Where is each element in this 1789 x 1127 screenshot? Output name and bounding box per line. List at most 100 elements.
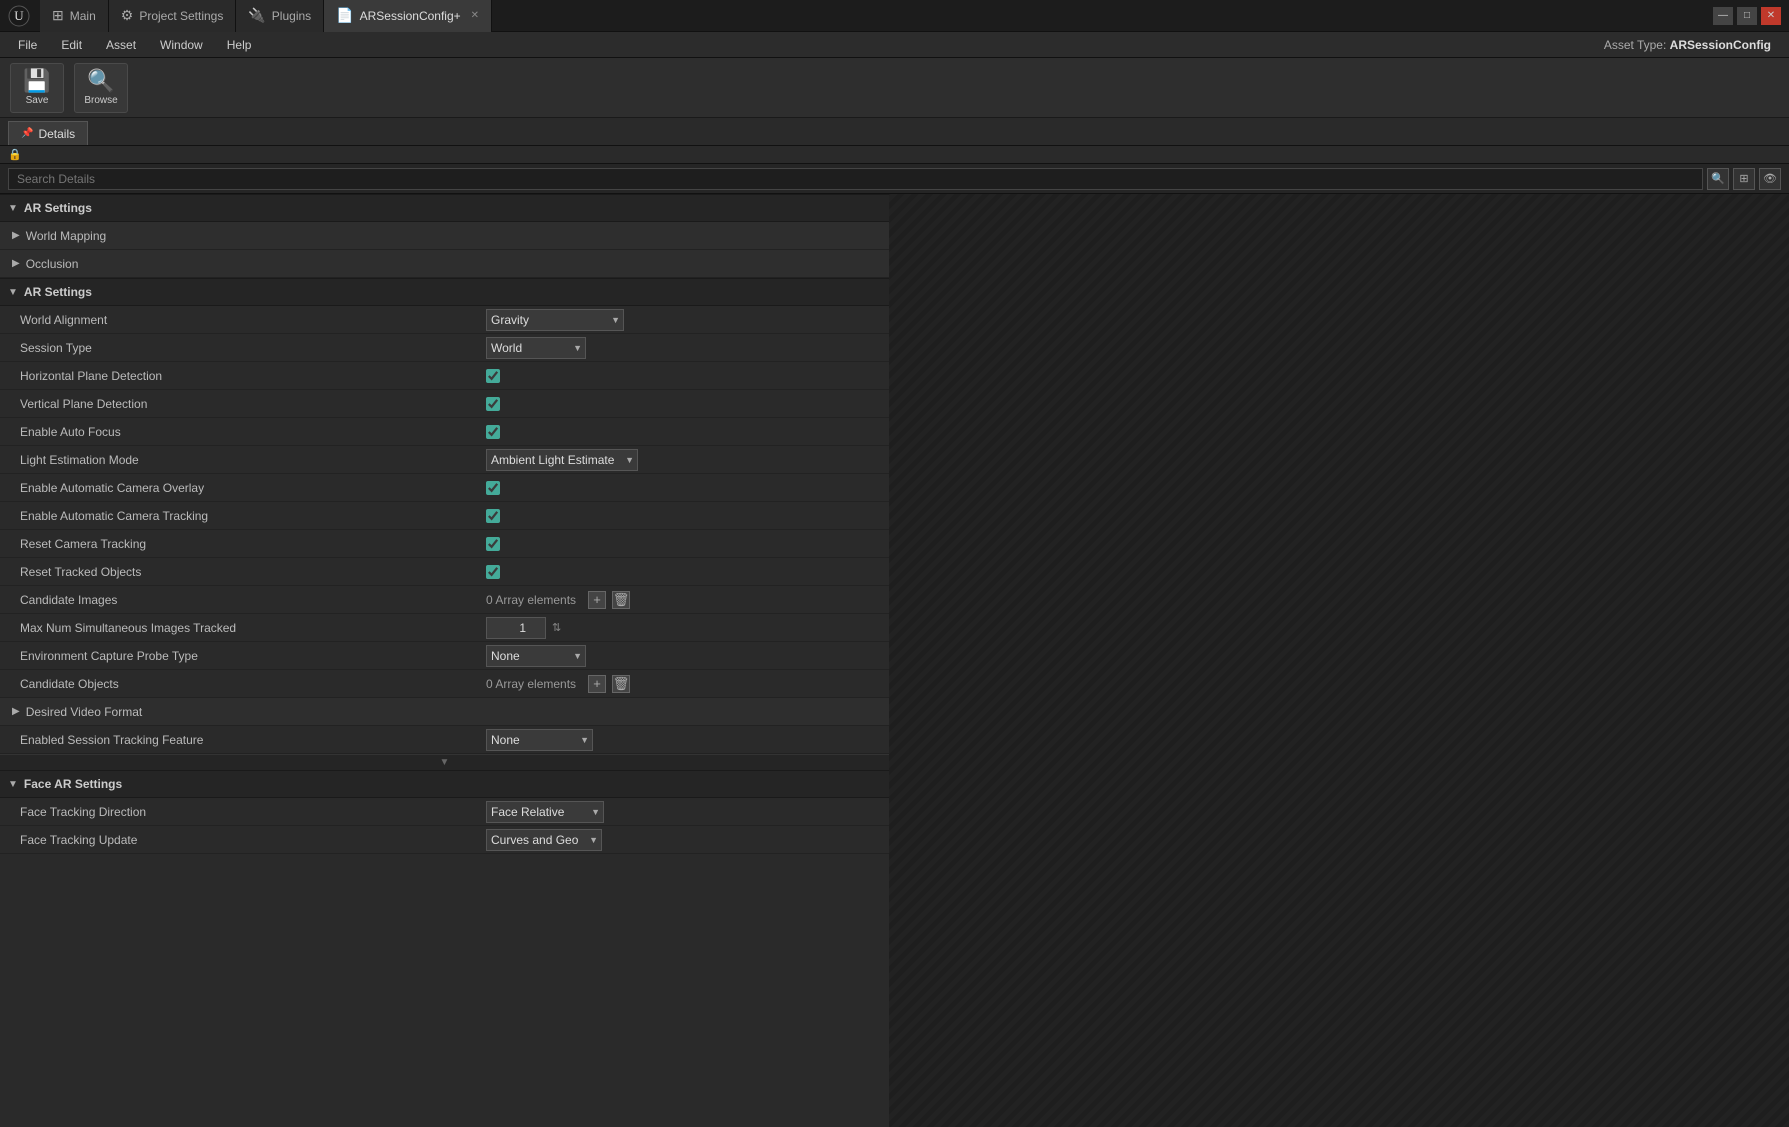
camera-overlay-label: Enable Automatic Camera Overlay	[0, 481, 480, 495]
search-input[interactable]	[8, 168, 1703, 190]
tab-plugins-icon: 🔌	[248, 7, 265, 24]
tab-project-settings[interactable]: ⚙ Project Settings	[109, 0, 237, 32]
occlusion-row[interactable]: ▶ Occlusion	[0, 250, 889, 278]
world-mapping-row[interactable]: ▶ World Mapping	[0, 222, 889, 250]
reset-tracked-checkbox[interactable]	[486, 565, 500, 579]
face-ar-title: Face AR Settings	[24, 777, 122, 791]
save-button[interactable]: 💾 Save	[10, 63, 64, 113]
auto-focus-label: Enable Auto Focus	[0, 425, 480, 439]
menu-items: File Edit Asset Window Help	[8, 36, 261, 54]
ar-settings-section-2-header[interactable]: ▼ AR Settings	[0, 278, 889, 306]
number-spin-icon: ⇅	[552, 621, 561, 634]
candidate-objects-label: Candidate Objects	[0, 677, 480, 691]
tab-arsessionconfig[interactable]: 📄 ARSessionConfig+ ✕	[324, 0, 492, 32]
save-label: Save	[26, 95, 49, 106]
details-tab-label: Details	[38, 127, 75, 141]
candidate-images-delete-button[interactable]: 🗑	[612, 591, 630, 609]
details-tab[interactable]: 📌 Details	[8, 121, 88, 145]
minimize-button[interactable]: —	[1713, 7, 1733, 25]
session-type-row: Session Type World Face Image Object ▼	[0, 334, 889, 362]
max-images-tracked-label: Max Num Simultaneous Images Tracked	[0, 621, 480, 635]
menu-bar: File Edit Asset Window Help Asset Type: …	[0, 32, 1789, 58]
candidate-images-add-button[interactable]: +	[588, 591, 606, 609]
horizontal-plane-checkbox[interactable]	[486, 369, 500, 383]
world-alignment-select[interactable]: Gravity Camera Gravity and Heading	[486, 309, 624, 331]
settings-panel: ▼ AR Settings ▶ World Mapping ▶ Occlusio…	[0, 194, 889, 1127]
title-bar: U ⊞ Main ⚙ Project Settings 🔌 Plugins 📄 …	[0, 0, 1789, 32]
auto-focus-checkbox[interactable]	[486, 425, 500, 439]
camera-overlay-checkbox[interactable]	[486, 481, 500, 495]
reset-camera-checkbox[interactable]	[486, 537, 500, 551]
light-estimation-select[interactable]: Ambient Light Estimate Directional None	[486, 449, 638, 471]
maximize-button[interactable]: □	[1737, 7, 1757, 25]
light-estimation-value: Ambient Light Estimate Directional None …	[480, 449, 889, 471]
env-capture-select-wrapper: None Manual Automatic ▼	[486, 645, 586, 667]
vertical-plane-value	[480, 397, 889, 411]
candidate-images-count: 0 Array elements	[486, 593, 576, 607]
eye-button[interactable]: 👁	[1759, 168, 1781, 190]
browse-button[interactable]: 🔍 Browse	[74, 63, 128, 113]
tab-project-settings-label: Project Settings	[139, 9, 223, 23]
vertical-plane-checkbox[interactable]	[486, 397, 500, 411]
close-button[interactable]: ✕	[1761, 7, 1781, 25]
face-tracking-direction-value: Face Relative Camera Relative ▼	[480, 801, 889, 823]
env-capture-select[interactable]: None Manual Automatic	[486, 645, 586, 667]
session-tracking-select[interactable]: None PoseDetection SceneDepth	[486, 729, 593, 751]
menu-window[interactable]: Window	[150, 36, 213, 54]
tab-main-label: Main	[70, 9, 96, 23]
session-type-select[interactable]: World Face Image Object	[486, 337, 586, 359]
candidate-objects-row: Candidate Objects 0 Array elements + 🗑	[0, 670, 889, 698]
grid-view-button[interactable]: ⊞	[1733, 168, 1755, 190]
candidate-objects-value: 0 Array elements + 🗑	[480, 675, 889, 693]
tab-main[interactable]: ⊞ Main	[40, 0, 109, 32]
face-ar-arrow-icon: ▼	[8, 779, 18, 790]
env-capture-row: Environment Capture Probe Type None Manu…	[0, 642, 889, 670]
candidate-objects-add-button[interactable]: +	[588, 675, 606, 693]
candidate-objects-count: 0 Array elements	[486, 677, 576, 691]
ar-settings-section-1-header[interactable]: ▼ AR Settings	[0, 194, 889, 222]
sub-icon-bar: 🔒	[0, 146, 1789, 164]
candidate-objects-delete-button[interactable]: 🗑	[612, 675, 630, 693]
asset-type-display: Asset Type: ARSessionConfig	[1604, 38, 1771, 52]
face-tracking-update-select[interactable]: Curves and Geo Curves Only Geo Only	[486, 829, 602, 851]
save-icon: 💾	[23, 70, 50, 92]
svg-text:U: U	[14, 8, 24, 23]
menu-file[interactable]: File	[8, 36, 47, 54]
reset-tracked-row: Reset Tracked Objects	[0, 558, 889, 586]
reset-camera-value	[480, 537, 889, 551]
menu-asset[interactable]: Asset	[96, 36, 146, 54]
ue-logo-icon: U	[8, 5, 30, 27]
face-tracking-direction-select[interactable]: Face Relative Camera Relative	[486, 801, 604, 823]
tab-arsessionconfig-label: ARSessionConfig+	[360, 9, 461, 23]
reset-tracked-label: Reset Tracked Objects	[0, 565, 480, 579]
face-tracking-update-value: Curves and Geo Curves Only Geo Only ▼	[480, 829, 889, 851]
tab-arsessionconfig-close[interactable]: ✕	[471, 10, 479, 21]
tab-project-settings-icon: ⚙	[121, 7, 134, 24]
occlusion-arrow-icon: ▶	[12, 258, 20, 269]
desired-video-format-row[interactable]: ▶ Desired Video Format	[0, 698, 889, 726]
candidate-images-row: Candidate Images 0 Array elements + 🗑	[0, 586, 889, 614]
right-panel	[889, 194, 1789, 1127]
face-tracking-update-row: Face Tracking Update Curves and Geo Curv…	[0, 826, 889, 854]
face-tracking-direction-row: Face Tracking Direction Face Relative Ca…	[0, 798, 889, 826]
tab-plugins-label: Plugins	[272, 9, 311, 23]
env-capture-value: None Manual Automatic ▼	[480, 645, 889, 667]
auto-focus-row: Enable Auto Focus	[0, 418, 889, 446]
desired-video-format-label: Desired Video Format	[26, 705, 143, 719]
vertical-plane-label: Vertical Plane Detection	[0, 397, 480, 411]
max-images-tracked-input[interactable]	[486, 617, 546, 639]
menu-edit[interactable]: Edit	[51, 36, 92, 54]
light-estimation-label: Light Estimation Mode	[0, 453, 480, 467]
max-images-tracked-value: ⇅	[480, 617, 889, 639]
world-mapping-label: World Mapping	[26, 229, 106, 243]
search-magnify-button[interactable]: 🔍	[1707, 168, 1729, 190]
face-ar-settings-header[interactable]: ▼ Face AR Settings	[0, 770, 889, 798]
tab-bar: ⊞ Main ⚙ Project Settings 🔌 Plugins 📄 AR…	[40, 0, 1713, 32]
pin-icon: 📌	[21, 128, 33, 139]
tab-arsessionconfig-icon: 📄	[336, 7, 353, 24]
camera-tracking-checkbox[interactable]	[486, 509, 500, 523]
tab-plugins[interactable]: 🔌 Plugins	[236, 0, 324, 32]
candidate-images-label: Candidate Images	[0, 593, 480, 607]
menu-help[interactable]: Help	[217, 36, 262, 54]
ar-settings-2-arrow-icon: ▼	[8, 287, 18, 298]
